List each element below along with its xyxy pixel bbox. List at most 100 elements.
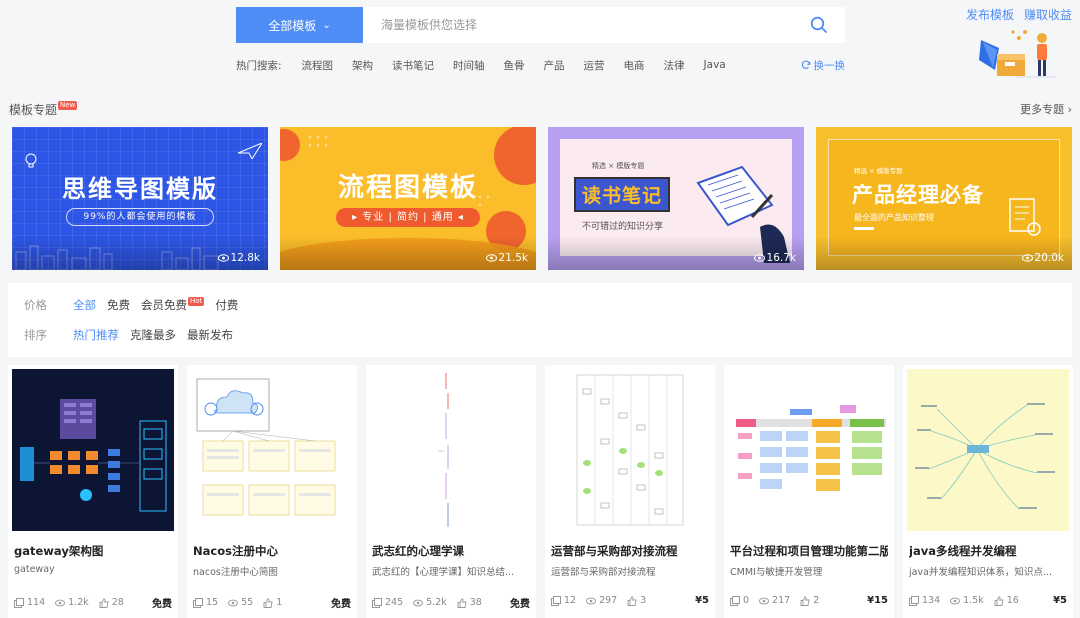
- hot-tag[interactable]: 架构: [352, 58, 373, 73]
- filter-panel: 价格 全部 免费 会员免费 Hot 付费 排序 热门推荐 克隆最多 最新发布: [8, 283, 1072, 357]
- eye-icon: [55, 598, 65, 608]
- thumbs-up-icon: [457, 598, 467, 608]
- view-value: 1.5k: [963, 595, 984, 606]
- eye-icon: [218, 254, 229, 262]
- search-input[interactable]: [363, 7, 793, 43]
- view-count: 1.2k: [55, 597, 89, 608]
- clone-value: 245: [385, 597, 403, 608]
- clone-icon: [551, 596, 561, 606]
- banner-views: 12.8k: [218, 252, 260, 264]
- card-stats: 245 5.2k 38 免费: [372, 595, 530, 610]
- card-description: 武志红的【心理学课】知识总结...: [372, 564, 530, 578]
- banner-views: 16.7k: [754, 252, 796, 264]
- card-price: 免费: [510, 595, 530, 610]
- view-value: 5.2k: [426, 597, 447, 608]
- sort-option-popular[interactable]: 热门推荐: [73, 327, 119, 343]
- thumbs-up-icon: [99, 598, 109, 608]
- price-option-paid[interactable]: 付费: [215, 297, 238, 313]
- hot-tag[interactable]: 鱼骨: [504, 58, 525, 73]
- new-badge: New: [58, 101, 77, 110]
- hot-tag[interactable]: 流程图: [302, 58, 334, 73]
- template-card[interactable]: gateway架构图 gateway 114 1.2k 28 免费: [8, 365, 178, 618]
- banner-title: 读书笔记: [574, 177, 670, 212]
- clone-value: 134: [922, 595, 940, 606]
- eye-icon: [486, 254, 497, 262]
- sort-option-latest[interactable]: 最新发布: [187, 327, 233, 343]
- card-description: gateway: [14, 564, 172, 575]
- clone-value: 114: [27, 597, 45, 608]
- card-title: Nacos注册中心: [193, 543, 351, 559]
- card-price: 免费: [331, 595, 351, 610]
- eye-icon: [759, 596, 769, 606]
- card-description: 运营部与采购部对接流程: [551, 564, 709, 578]
- topic-banner-mindmap[interactable]: 思维导图模版 99%的人都会使用的模板 12.8k: [12, 127, 268, 270]
- search-icon: [810, 16, 828, 34]
- publish-template-link[interactable]: 发布模板: [966, 6, 1014, 23]
- earning-illustration-icon: [975, 26, 1055, 82]
- search-category-dropdown[interactable]: 全部模板 ⌄: [236, 7, 363, 43]
- document-icon: [1006, 197, 1042, 237]
- like-count: 16: [994, 595, 1019, 606]
- like-value: 3: [640, 595, 646, 606]
- clone-value: 0: [743, 595, 749, 606]
- topic-banner-flowchart[interactable]: 流程图模板 ▸ 专业 | 简约 | 通用 ◂ 21.5k: [280, 127, 536, 270]
- hot-tag[interactable]: Java: [704, 59, 726, 71]
- search-button[interactable]: [793, 7, 845, 43]
- template-thumbnail: [549, 369, 711, 531]
- hot-tag[interactable]: 法律: [664, 58, 685, 73]
- price-option-member-free[interactable]: 会员免费 Hot: [141, 297, 204, 313]
- topic-banner-product-manager[interactable]: 精选 × 模版专题 产品经理必备 最全面的产品知识整理 20.0k: [816, 127, 1072, 270]
- hot-tag[interactable]: 运营: [584, 58, 605, 73]
- card-price: ¥5: [695, 595, 709, 606]
- price-option-all[interactable]: 全部: [73, 297, 96, 313]
- template-card[interactable]: 平台过程和项目管理功能第二版 CMMI与敏捷开发管理 0 217 2 ¥15: [724, 365, 894, 618]
- clone-icon: [193, 598, 203, 608]
- topic-banner-reading-notes[interactable]: 精选 × 模版专题 读书笔记 不可错过的知识分享 16.7k: [548, 127, 804, 270]
- hot-tag[interactable]: 产品: [544, 58, 565, 73]
- view-value: 297: [599, 595, 617, 606]
- template-thumbnail: [728, 369, 890, 531]
- eye-icon: [1022, 254, 1033, 262]
- template-card[interactable]: 运营部与采购部对接流程 运营部与采购部对接流程 12 297 3 ¥5: [545, 365, 715, 618]
- template-card[interactable]: java多线程并发编程 java并发编程知识体系，知识点... 134 1.5k…: [903, 365, 1073, 618]
- thumbs-up-icon: [994, 596, 1004, 606]
- price-filter-label: 价格: [24, 297, 73, 313]
- chevron-down-icon: ⌄: [322, 20, 330, 31]
- thumbs-up-icon: [263, 598, 273, 608]
- more-topics-link[interactable]: 更多专题 ›: [1020, 101, 1072, 117]
- banner-subtitle: ▸ 专业 | 简约 | 通用 ◂: [336, 208, 480, 227]
- price-option-free[interactable]: 免费: [107, 297, 130, 313]
- sort-filter-row: 排序 热门推荐 克隆最多 最新发布: [24, 327, 244, 343]
- clone-icon: [730, 596, 740, 606]
- hot-tag[interactable]: 时间轴: [453, 58, 485, 73]
- card-title: 运营部与采购部对接流程: [551, 543, 709, 559]
- banner-tag: 精选 × 模版专题: [854, 165, 903, 175]
- price-filter-row: 价格 全部 免费 会员免费 Hot 付费: [24, 297, 249, 313]
- like-value: 38: [470, 597, 482, 608]
- view-count: 217: [759, 595, 790, 606]
- banner-subtitle: 最全面的产品知识整理: [854, 212, 934, 223]
- template-card[interactable]: 武志红的心理学课 武志红的【心理学课】知识总结... 245 5.2k 38 免…: [366, 365, 536, 618]
- like-count: 38: [457, 597, 482, 608]
- chevron-right-icon: ›: [1068, 103, 1072, 116]
- more-topics-label: 更多专题: [1020, 103, 1064, 116]
- card-price: 免费: [152, 595, 172, 610]
- like-count: 3: [627, 595, 646, 606]
- template-card[interactable]: Nacos注册中心 nacos注册中心简图 15 55 1 免费: [187, 365, 357, 618]
- sort-option-most-cloned[interactable]: 克隆最多: [130, 327, 176, 343]
- earn-income-link[interactable]: 赚取收益: [1024, 6, 1072, 23]
- card-stats: 134 1.5k 16 ¥5: [909, 595, 1067, 606]
- eye-icon: [754, 254, 765, 262]
- banner-subtitle: 不可错过的知识分享: [582, 219, 663, 232]
- card-description: CMMI与敏捷开发管理: [730, 564, 888, 578]
- search-category-label: 全部模板: [268, 17, 316, 34]
- card-title: java多线程并发编程: [909, 543, 1067, 559]
- refresh-icon: [801, 60, 811, 70]
- clone-count: 15: [193, 597, 218, 608]
- thumbs-up-icon: [800, 596, 810, 606]
- refresh-button[interactable]: 换一换: [801, 58, 846, 73]
- like-value: 1: [276, 597, 282, 608]
- hot-tag[interactable]: 读书笔记: [392, 58, 434, 73]
- like-count: 1: [263, 597, 282, 608]
- hot-tag[interactable]: 电商: [624, 58, 645, 73]
